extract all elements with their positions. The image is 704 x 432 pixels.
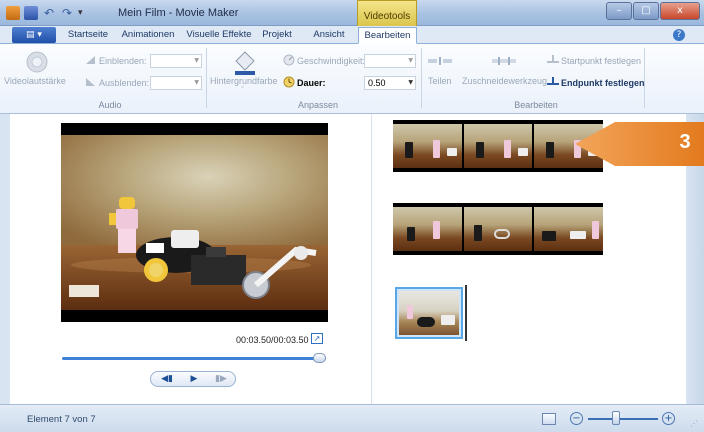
split-button[interactable]: Teilen <box>428 76 452 86</box>
next-frame-button[interactable]: ▮▶ <box>209 373 233 385</box>
help-icon[interactable]: ? <box>673 29 685 41</box>
edit-group-label: Bearbeiten <box>514 100 558 110</box>
set-end-icon <box>547 77 559 85</box>
adjust-group-label: Anpassen <box>297 100 339 110</box>
tab-ansicht[interactable]: Ansicht <box>309 27 349 44</box>
clip-thumbnail <box>399 291 459 335</box>
save-icon[interactable] <box>24 6 38 20</box>
duration-icon <box>283 76 295 88</box>
movie-maker-app-icon[interactable] <box>6 6 20 20</box>
undo-icon[interactable]: ↶ <box>42 6 56 20</box>
zoom-slider[interactable] <box>588 418 658 420</box>
minimize-button[interactable]: – <box>606 2 632 20</box>
tab-startseite[interactable]: Startseite <box>62 27 114 44</box>
playback-controls: ◀▮ ▶ ▮▶ <box>150 371 236 387</box>
lego-scene-image <box>61 135 328 310</box>
seek-thumb[interactable] <box>313 353 326 363</box>
preview-pane: 00:03.50/00:03.50 ↗ ◀▮ ▶ ▮▶ <box>10 114 372 404</box>
video-frame <box>61 135 328 310</box>
resize-grip-icon[interactable]: ⋰ <box>690 419 700 429</box>
set-start-icon <box>547 55 559 63</box>
background-color-icon[interactable] <box>232 50 258 76</box>
redo-icon[interactable]: ↷ <box>60 6 74 20</box>
split-icon[interactable] <box>427 57 453 65</box>
fullscreen-icon[interactable]: ↗ <box>311 333 323 344</box>
duration-combo[interactable]: 0.50 ▼ <box>364 76 416 90</box>
fade-out-label: Ausblenden: <box>99 78 150 88</box>
clip-thumbnail <box>463 124 533 168</box>
speed-label: Geschwindigkeit: <box>297 56 366 66</box>
set-start-point-button[interactable]: Startpunkt festlegen <box>561 56 641 66</box>
clip-thumbnail <box>393 207 462 251</box>
zoom-slider-thumb[interactable] <box>612 411 620 425</box>
tab-bearbeiten[interactable]: Bearbeiten <box>358 27 417 44</box>
speaker-icon[interactable] <box>24 50 52 76</box>
storyboard-clip-selected[interactable] <box>395 287 463 339</box>
background-color-dropdown-icon[interactable]: ˇ <box>241 85 244 95</box>
thumbnail-view-icon[interactable] <box>542 413 556 425</box>
fade-in-label: Einblenden: <box>99 56 147 66</box>
callout-number: 3 <box>679 131 691 153</box>
duration-label: Dauer: <box>297 78 326 88</box>
video-volume-button[interactable]: Videolautstärke <box>4 76 66 86</box>
speed-icon <box>283 54 295 66</box>
seek-bar[interactable] <box>62 357 326 360</box>
storyboard-clip[interactable] <box>393 120 604 172</box>
title-bar: ↶ ↷ ▾ Mein Film - Movie Maker Videotools… <box>0 0 704 27</box>
play-button[interactable]: ▶ <box>182 373 206 385</box>
tab-animationen[interactable]: Animationen <box>118 27 178 44</box>
speed-combo[interactable]: ▼ <box>364 54 416 68</box>
close-button[interactable]: x <box>660 2 700 20</box>
callout-badge: 3 <box>575 122 704 166</box>
movie-maker-window: ↶ ↷ ▾ Mein Film - Movie Maker Videotools… <box>0 0 704 432</box>
quick-access-toolbar: ↶ ↷ ▾ <box>6 5 83 21</box>
contextual-group-label: Videotools <box>363 11 411 22</box>
time-readout: 00:03.50/00:03.50 <box>236 335 309 345</box>
ribbon-separator <box>421 48 422 108</box>
previous-frame-button[interactable]: ◀▮ <box>155 373 179 385</box>
status-text: Element 7 von 7 <box>27 414 96 425</box>
zoom-in-button[interactable]: + <box>662 412 675 425</box>
ribbon: Videolautstärke Einblenden: ▼ Ausblenden… <box>0 44 704 114</box>
tab-projekt[interactable]: Projekt <box>259 27 295 44</box>
contextual-tab-group: Videotools <box>357 0 417 27</box>
duration-value: 0.50 <box>368 78 386 88</box>
ribbon-separator <box>644 48 645 108</box>
audio-group-label: Audio <box>98 100 122 110</box>
tab-visuelle-effekte[interactable]: Visuelle Effekte <box>183 27 255 44</box>
set-end-point-button[interactable]: Endpunkt festlegen <box>561 78 645 88</box>
fade-in-icon <box>86 56 95 64</box>
window-frame-left <box>0 114 10 404</box>
preview-monitor[interactable] <box>61 123 328 322</box>
maximize-button[interactable]: □ <box>633 2 659 20</box>
ribbon-tab-row: ▤ ▾ Startseite Animationen Visuelle Effe… <box>0 26 704 44</box>
fade-out-icon <box>86 78 95 86</box>
fade-out-combo[interactable]: ▼ <box>150 76 202 90</box>
clip-thumbnail <box>393 124 462 168</box>
storyboard-clip[interactable] <box>393 203 604 255</box>
clip-thumbnail <box>534 207 604 251</box>
status-bar: Element 7 von 7 − + ⋰ <box>0 404 704 432</box>
qat-dropdown-icon[interactable]: ▾ <box>78 8 83 18</box>
trim-tool-button[interactable]: Zuschneidewerkzeug <box>462 76 547 86</box>
application-menu-button[interactable]: ▤ ▾ <box>12 27 56 43</box>
fade-in-combo[interactable]: ▼ <box>150 54 202 68</box>
clip-thumbnail <box>463 207 533 251</box>
ribbon-separator <box>206 48 207 108</box>
insertion-cursor <box>465 285 467 341</box>
zoom-out-button[interactable]: − <box>570 412 583 425</box>
trim-tool-icon[interactable] <box>491 57 517 65</box>
window-title: Mein Film - Movie Maker <box>118 7 239 19</box>
